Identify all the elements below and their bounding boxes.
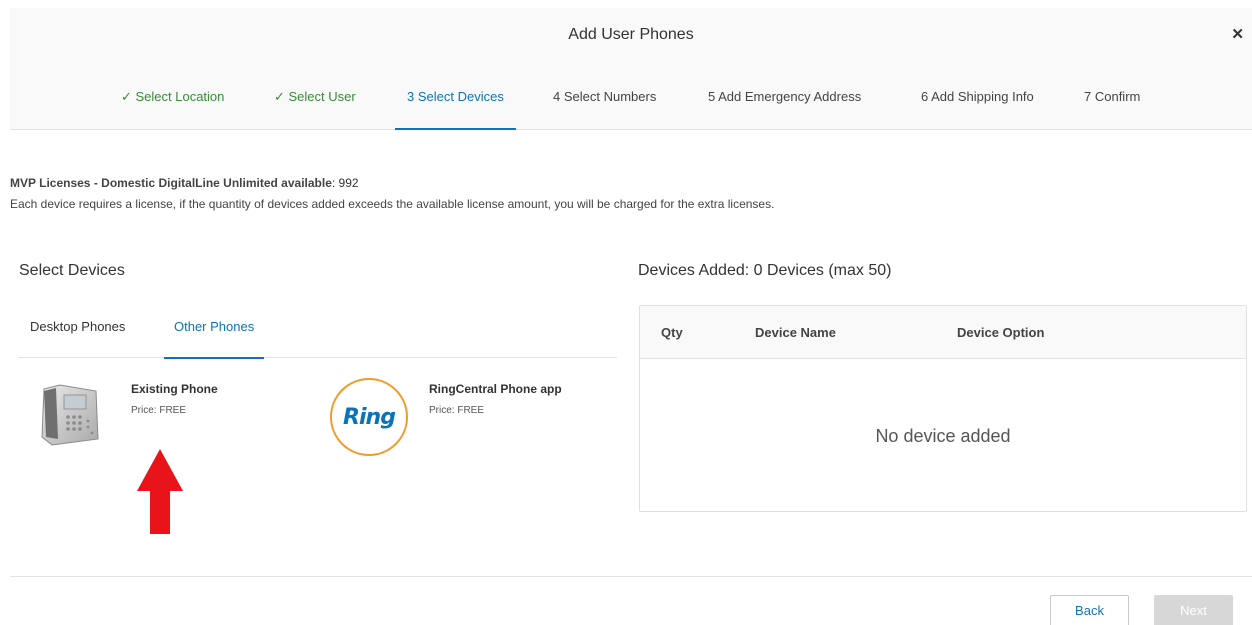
empty-state: No device added: [875, 426, 1011, 446]
up-arrow-icon: [137, 449, 183, 534]
step-select-devices[interactable]: 3 Select Devices: [395, 89, 516, 130]
devices-added-table: Qty Device Name Device Option No device …: [639, 305, 1247, 512]
step-add-shipping-info: 6 Add Shipping Info: [921, 89, 1034, 104]
device-name: Existing Phone: [131, 382, 218, 396]
footer-divider: [10, 576, 1252, 577]
devices-added-title: Devices Added: 0 Devices (max 50): [638, 262, 892, 279]
tab-desktop-phones[interactable]: Desktop Phones: [30, 319, 125, 358]
step-select-numbers: 4 Select Numbers: [553, 89, 657, 104]
column-device-option: Device Option: [957, 325, 1045, 340]
wizard-steps: ✓ Select Location ✓ Select User 3 Select…: [10, 89, 1252, 130]
step-add-emergency-address: 5 Add Emergency Address: [708, 89, 862, 104]
license-note: Each device requires a license, if the q…: [10, 197, 775, 211]
step-select-user[interactable]: ✓ Select User: [274, 89, 356, 130]
tab-other-phones[interactable]: Other Phones: [163, 319, 265, 359]
select-devices-title: Select Devices: [19, 262, 125, 279]
next-button[interactable]: Next: [1154, 595, 1233, 625]
column-device-name: Device Name: [755, 325, 836, 340]
page-title: Add User Phones: [568, 26, 694, 43]
device-price: Price: FREE: [131, 405, 187, 416]
table-header: Qty Device Name Device Option: [640, 306, 1246, 359]
device-tabs: Desktop Phones Other Phones: [19, 300, 617, 359]
device-name: RingCentral Phone app: [429, 382, 562, 396]
license-label: MVP Licenses - Domestic DigitalLine Unli…: [10, 176, 332, 190]
step-confirm: 7 Confirm: [1084, 89, 1141, 104]
step-select-location[interactable]: ✓ Select Location: [121, 89, 224, 130]
desk-phone-icon: [41, 384, 99, 446]
column-qty: Qty: [661, 325, 683, 340]
device-price: Price: FREE: [429, 405, 485, 416]
wizard-header: Add User Phones ✕ ✓ Select Location ✓ Se…: [10, 8, 1252, 130]
close-icon[interactable]: ✕: [1231, 25, 1244, 43]
ring-logo-text: Ring: [343, 405, 396, 430]
ring-logo-icon: Ring: [330, 378, 408, 456]
license-info: MVP Licenses - Domestic DigitalLine Unli…: [10, 176, 359, 190]
license-count: : 992: [331, 176, 359, 190]
back-button[interactable]: Back: [1050, 595, 1129, 625]
